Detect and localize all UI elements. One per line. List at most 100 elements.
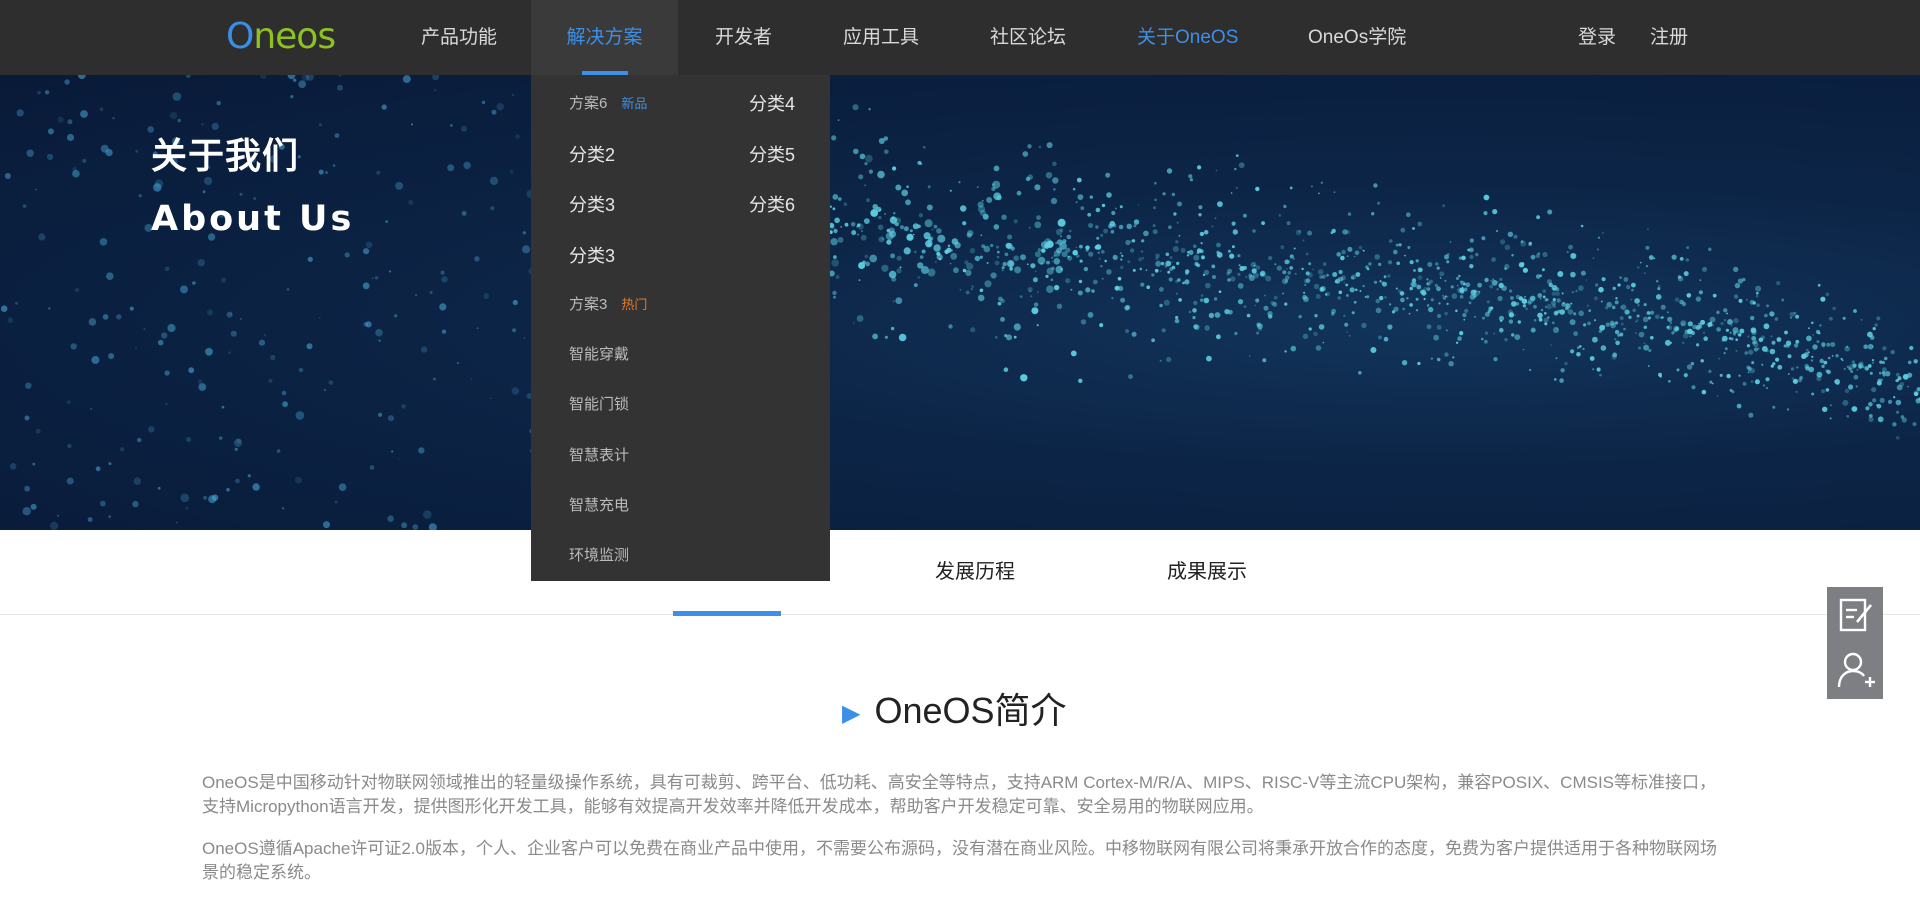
particle-dot: [1682, 332, 1689, 339]
particle-dot: [136, 437, 142, 443]
particle-dot: [323, 388, 326, 392]
particle-dot: [1683, 271, 1689, 277]
particle-dot: [1874, 323, 1878, 327]
login-link[interactable]: 登录: [1578, 0, 1616, 75]
particle-dot: [1188, 310, 1192, 314]
particle-dot: [1795, 314, 1800, 319]
nav-item-app-tools[interactable]: 应用工具: [843, 0, 919, 75]
particle-dot: [1751, 336, 1757, 341]
particle-dot: [1784, 330, 1788, 335]
particle-dot: [1723, 352, 1726, 355]
particle-dot: [1690, 330, 1695, 336]
tab-achievements[interactable]: 成果展示: [1152, 530, 1262, 615]
feedback-button[interactable]: [1827, 587, 1883, 643]
particle-dot: [1492, 209, 1498, 215]
particle-dot: [1727, 319, 1733, 325]
particle-dot: [133, 477, 141, 485]
particle-dot: [1163, 299, 1170, 306]
particle-dot: [47, 128, 54, 135]
particle-dot: [1771, 340, 1776, 345]
dropdown-item-smart-charging[interactable]: 智慧充电: [569, 494, 629, 515]
particle-dot: [1450, 285, 1454, 289]
particle-dot: [1338, 269, 1343, 275]
particle-dot: [889, 216, 898, 224]
particle-dot: [1617, 334, 1620, 337]
register-link[interactable]: 注册: [1650, 0, 1688, 75]
particle-dot: [374, 276, 379, 280]
particle-dot: [1517, 320, 1522, 324]
particle-dot: [1831, 355, 1834, 357]
particle-dot: [1913, 359, 1918, 364]
particle-dot: [1112, 254, 1118, 260]
particle-dot: [143, 328, 146, 331]
dropdown-item-category3[interactable]: 分类3: [569, 191, 615, 217]
dropdown-item-smart-door-lock[interactable]: 智能门锁: [569, 393, 629, 414]
dropdown-item-solution3[interactable]: 方案3 热门: [569, 293, 647, 314]
particle-dot: [1435, 262, 1439, 266]
nav-item-product-features[interactable]: 产品功能: [421, 0, 497, 75]
particle-dot: [1547, 209, 1553, 215]
particle-dot: [1744, 351, 1748, 355]
dropdown-item-category6[interactable]: 分类6: [749, 191, 795, 217]
particle-dot: [865, 261, 870, 267]
nav-item-developers[interactable]: 开发者: [715, 0, 772, 75]
particle-dot: [1045, 172, 1053, 179]
particle-dot: [1292, 257, 1295, 260]
particle-dot: [270, 354, 276, 361]
particle-dot: [986, 262, 989, 264]
nav-item-solutions[interactable]: 解决方案: [531, 0, 678, 75]
particle-dot: [1340, 275, 1346, 281]
particle-dot: [1161, 328, 1166, 333]
tab-development-history[interactable]: 发展历程: [920, 530, 1030, 615]
particle-dot: [1430, 357, 1434, 360]
particle-dot: [7, 317, 14, 323]
particle-dot: [1623, 277, 1629, 282]
particle-dot: [1355, 288, 1358, 292]
dropdown-item-category3-b[interactable]: 分类3: [569, 242, 615, 268]
particle-dot: [185, 75, 191, 79]
dropdown-item-category4[interactable]: 分类4: [749, 90, 795, 116]
particle-dot: [1603, 325, 1606, 328]
particle-dot: [997, 301, 1002, 306]
particle-dot: [1748, 349, 1754, 355]
particle-dot: [1552, 321, 1555, 325]
particle-dot: [1139, 267, 1143, 271]
particle-dot: [1655, 294, 1662, 300]
particle-dot: [1751, 329, 1754, 332]
hero-banner: 关于我们 About Us: [0, 75, 1920, 530]
dropdown-item-solution6[interactable]: 方案6 新品: [569, 92, 647, 113]
particle-dot: [1433, 334, 1439, 341]
particle-dot: [1002, 261, 1007, 267]
particle-dot: [1202, 273, 1206, 277]
particle-dot: [1628, 315, 1632, 319]
particle-dot: [1056, 303, 1063, 309]
dropdown-item-category5[interactable]: 分类5: [749, 141, 795, 167]
particle-dot: [1817, 283, 1821, 287]
nav-item-about-oneos[interactable]: 关于OneOS: [1137, 0, 1238, 75]
dropdown-item-smart-metering[interactable]: 智慧表计: [569, 444, 629, 465]
particle-dot: [832, 207, 836, 211]
particle-dot: [1171, 192, 1176, 197]
particle-dot: [1514, 314, 1516, 317]
particle-dot: [188, 367, 195, 374]
particle-dot: [1871, 359, 1875, 362]
nav-item-community-forum[interactable]: 社区论坛: [990, 0, 1066, 75]
dropdown-item-label: 方案3: [569, 296, 608, 313]
particle-dot: [1215, 169, 1218, 172]
add-user-button[interactable]: [1827, 643, 1883, 699]
dropdown-item-environment-monitoring[interactable]: 环境监测: [569, 544, 629, 565]
particle-dot: [44, 90, 50, 95]
particle-dot: [1733, 294, 1739, 299]
particle-dot: [1445, 329, 1448, 332]
particle-dot: [230, 330, 237, 337]
particle-dot: [1252, 229, 1256, 233]
particle-dot: [1358, 245, 1363, 250]
dropdown-item-smart-wearables[interactable]: 智能穿戴: [569, 343, 629, 364]
nav-item-oneos-academy[interactable]: OneOs学院: [1308, 0, 1406, 75]
oneos-logo[interactable]: Oneos: [226, 16, 336, 58]
particle-dot: [1318, 324, 1325, 330]
particle-dot: [1872, 398, 1877, 403]
particle-dot: [1439, 277, 1442, 279]
particle-dot: [1416, 284, 1422, 290]
dropdown-item-category2[interactable]: 分类2: [569, 141, 615, 167]
